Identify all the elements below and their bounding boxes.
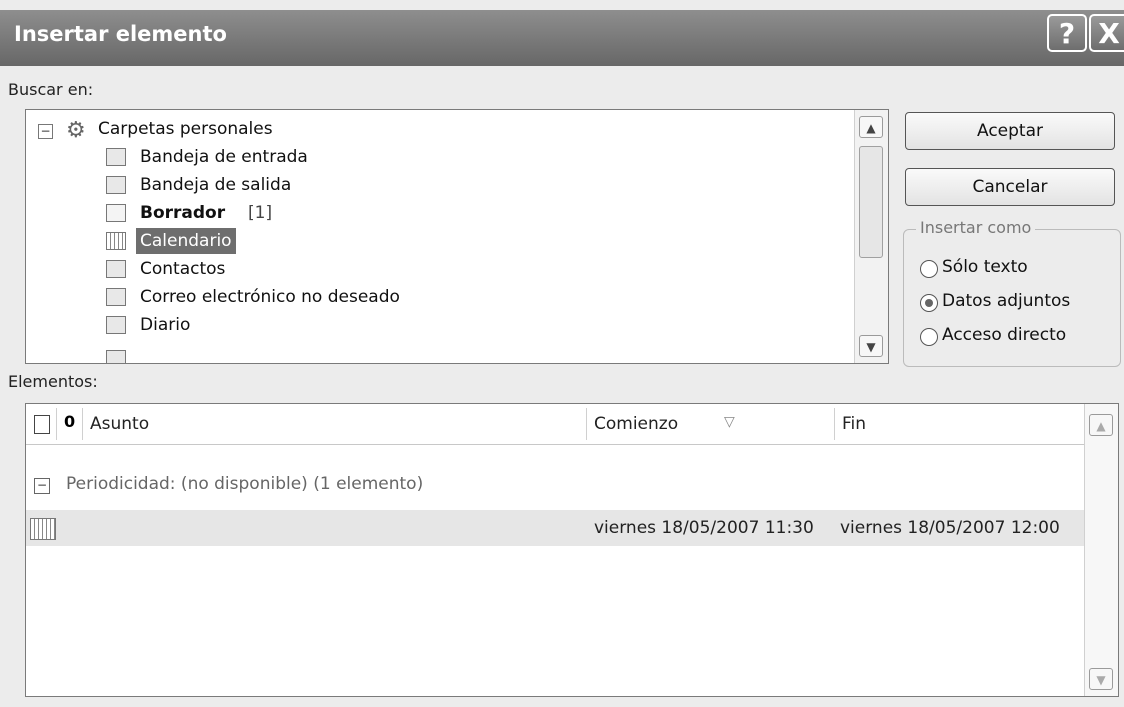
journal-icon <box>106 316 126 334</box>
document-icon[interactable] <box>34 415 50 434</box>
row-start: viernes 18/05/2007 11:30 <box>594 518 814 538</box>
scroll-down-arrow[interactable]: ▼ <box>1089 668 1113 690</box>
tree-item-carpetas-personales[interactable]: Carpetas personales <box>98 116 273 142</box>
tree-scrollbar[interactable]: ▲ ▼ <box>854 110 888 363</box>
calendar-icon <box>30 518 56 540</box>
items-list[interactable]: 0 Asunto Comienzo ▽ Fin − Periodicidad: … <box>25 403 1119 697</box>
inbox-icon <box>106 148 126 166</box>
radio-shortcut[interactable] <box>920 328 938 346</box>
partial-folder-icon <box>106 350 126 363</box>
personal-folders-icon: ⚙ <box>66 118 86 143</box>
column-subject[interactable]: Asunto <box>90 404 149 444</box>
tree-item-contactos[interactable]: Contactos <box>140 256 225 282</box>
dialog-title: Insertar elemento <box>14 22 227 46</box>
junk-mail-icon <box>106 288 126 306</box>
table-row[interactable]: viernes 18/05/2007 11:30 viernes 18/05/2… <box>26 510 1086 546</box>
tree-item-bandeja-de-entrada[interactable]: Bandeja de entrada <box>140 144 308 170</box>
list-scrollbar[interactable]: ▲ ▼ <box>1084 404 1118 696</box>
group-header[interactable]: Periodicidad: (no disponible) (1 element… <box>66 474 423 494</box>
items-label: Elementos: <box>8 372 98 391</box>
collapse-icon[interactable]: − <box>38 124 53 139</box>
scroll-down-arrow[interactable]: ▼ <box>859 335 883 357</box>
close-button[interactable]: X <box>1089 14 1124 52</box>
sort-arrow-icon: ▽ <box>724 414 735 430</box>
tree-item-diario[interactable]: Diario <box>140 312 190 338</box>
insert-as-label: Insertar como <box>916 218 1036 237</box>
radio-text-only[interactable] <box>920 260 938 278</box>
scroll-up-arrow[interactable]: ▲ <box>1089 414 1113 436</box>
list-header: 0 Asunto Comienzo ▽ Fin <box>26 404 1086 445</box>
row-end: viernes 18/05/2007 12:00 <box>840 518 1060 538</box>
unread-count: [1] <box>248 203 273 223</box>
contacts-icon <box>106 260 126 278</box>
text-only-label[interactable]: Sólo texto <box>942 257 1028 277</box>
cancel-button[interactable]: Cancelar <box>905 168 1115 206</box>
tree-item-calendario[interactable]: Calendario <box>136 228 236 254</box>
column-end[interactable]: Fin <box>842 404 866 444</box>
shortcut-label[interactable]: Acceso directo <box>942 325 1066 345</box>
outbox-icon <box>106 176 126 194</box>
attachments-label[interactable]: Datos adjuntos <box>942 291 1070 311</box>
tree-item-correo-no-deseado[interactable]: Correo electrónico no deseado <box>140 284 400 310</box>
scroll-up-arrow[interactable]: ▲ <box>859 116 883 138</box>
insert-item-dialog: Insertar elemento ? X Buscar en: − ⚙ Car… <box>0 0 1124 707</box>
ok-button[interactable]: Aceptar <box>905 112 1115 150</box>
tree-item-borrador[interactable]: Borrador <box>140 200 225 226</box>
paperclip-icon[interactable]: 0 <box>64 412 75 431</box>
left-edge <box>0 360 12 707</box>
folder-tree[interactable]: − ⚙ Carpetas personales Bandeja de entra… <box>25 109 889 364</box>
scroll-thumb[interactable] <box>859 146 883 258</box>
calendar-icon <box>106 232 126 250</box>
search-in-label: Buscar en: <box>8 80 94 99</box>
help-button[interactable]: ? <box>1047 14 1087 52</box>
radio-attachments[interactable] <box>920 294 938 312</box>
tree-item-bandeja-de-salida[interactable]: Bandeja de salida <box>140 172 291 198</box>
drafts-icon <box>106 204 126 222</box>
column-start[interactable]: Comienzo <box>594 404 678 444</box>
collapse-group-icon[interactable]: − <box>34 478 50 494</box>
